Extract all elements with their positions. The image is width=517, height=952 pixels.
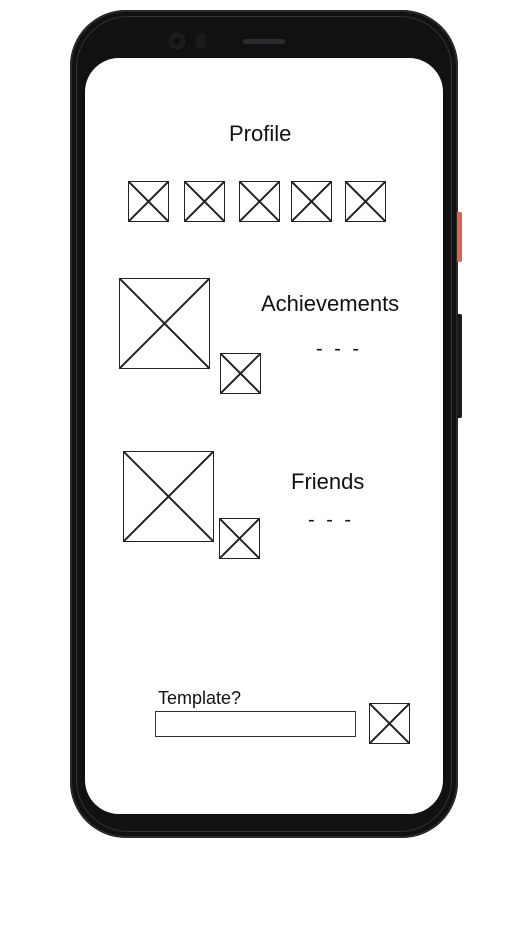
image-placeholder-icon <box>240 182 279 221</box>
power-button[interactable] <box>457 212 462 262</box>
achievements-image-small[interactable] <box>220 353 261 394</box>
friends-value: - - - <box>308 509 355 531</box>
friends-image-small[interactable] <box>219 518 260 559</box>
image-placeholder-icon <box>370 704 409 743</box>
page-title: Profile <box>229 121 292 146</box>
template-submit-button[interactable] <box>369 703 410 744</box>
app-screen: Profile Achievements - - - Friends - - -… <box>85 58 443 814</box>
badge-image-2[interactable] <box>184 181 225 222</box>
earpiece-speaker-icon <box>243 39 285 44</box>
badge-image-4[interactable] <box>291 181 332 222</box>
volume-button[interactable] <box>457 314 462 418</box>
image-placeholder-icon <box>221 354 260 393</box>
friends-image-large[interactable] <box>123 451 214 542</box>
image-placeholder-icon <box>220 519 259 558</box>
badge-image-1[interactable] <box>128 181 169 222</box>
image-placeholder-icon <box>346 182 385 221</box>
achievements-title: Achievements <box>261 291 400 316</box>
template-label: Template? <box>158 688 242 708</box>
image-placeholder-icon <box>124 452 213 541</box>
achievements-value: - - - <box>316 338 363 360</box>
proximity-sensor-icon <box>196 34 206 48</box>
template-input[interactable] <box>155 711 356 737</box>
friends-title: Friends <box>291 469 365 494</box>
achievements-image-large[interactable] <box>119 278 210 369</box>
image-placeholder-icon <box>120 279 209 368</box>
badge-image-3[interactable] <box>239 181 280 222</box>
image-placeholder-icon <box>292 182 331 221</box>
image-placeholder-icon <box>185 182 224 221</box>
badge-image-5[interactable] <box>345 181 386 222</box>
image-placeholder-icon <box>129 182 168 221</box>
front-camera-icon <box>170 34 184 48</box>
